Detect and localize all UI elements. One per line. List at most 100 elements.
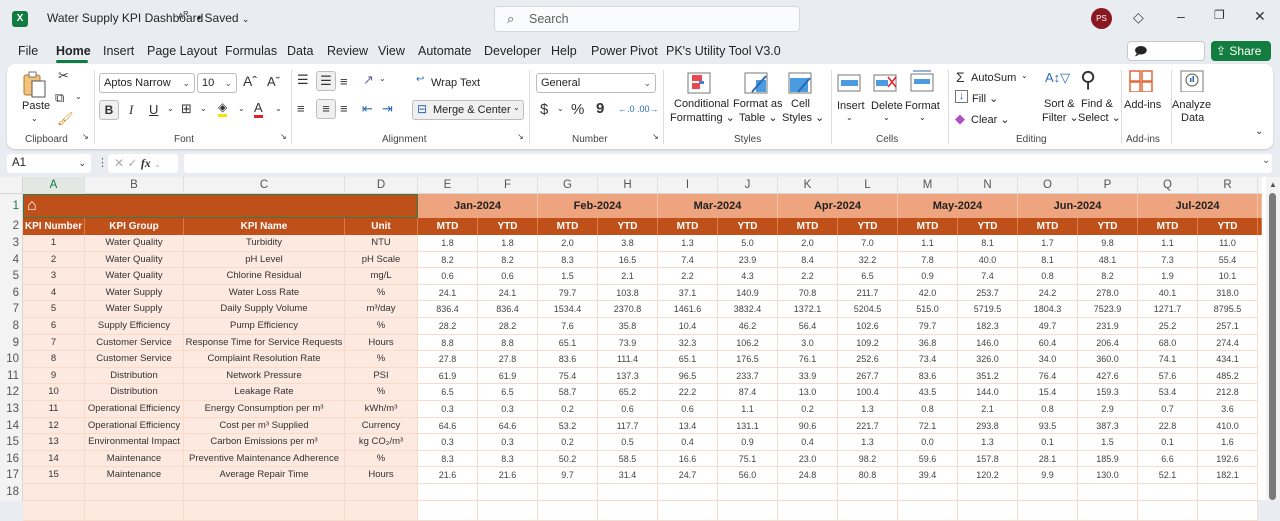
kpi-name-cell[interactable]: Leakage Rate — [184, 384, 345, 401]
value-cell[interactable]: 33.9 — [778, 367, 838, 385]
value-cell[interactable]: 65.1 — [658, 351, 718, 368]
empty-cell[interactable] — [538, 484, 598, 501]
value-cell[interactable]: 5.0 — [718, 235, 778, 252]
value-cell[interactable]: 0.8 — [898, 401, 958, 418]
kpi-num-cell[interactable]: 14 — [23, 450, 85, 468]
kpi-num-cell[interactable]: 10 — [23, 384, 85, 401]
row-header-18[interactable]: 18 — [0, 484, 23, 501]
value-cell[interactable]: 211.7 — [838, 284, 898, 302]
value-cell[interactable]: 56.0 — [718, 467, 778, 484]
chevron-down-icon[interactable]: ⌄ — [238, 104, 245, 113]
value-cell[interactable]: 6.5 — [478, 384, 538, 401]
kpi-group-cell[interactable]: Water Quality — [85, 268, 184, 285]
row-header-4[interactable]: 4 — [0, 251, 23, 269]
kpi-num-cell[interactable]: 15 — [23, 467, 85, 484]
tab-view[interactable]: View — [378, 44, 405, 58]
value-cell[interactable]: 2370.8 — [598, 301, 658, 318]
chevron-down-icon[interactable]: ⌄ — [154, 160, 161, 169]
value-cell[interactable]: 2.1 — [598, 268, 658, 285]
kpi-name-cell[interactable]: Energy Consumption per m³ — [184, 401, 345, 418]
cancel-icon[interactable]: ✕ — [114, 156, 124, 170]
column-header-h[interactable]: H — [598, 177, 658, 194]
value-cell[interactable]: 80.8 — [838, 467, 898, 484]
value-cell[interactable]: 434.1 — [1198, 351, 1258, 368]
dialog-launcher-icon[interactable]: ↘ — [517, 132, 524, 141]
empty-cell[interactable] — [958, 500, 1018, 521]
kpi-num-cell[interactable]: 7 — [23, 334, 85, 352]
value-cell[interactable]: 0.3 — [418, 401, 478, 418]
value-cell[interactable]: 410.0 — [1198, 417, 1258, 435]
empty-cell[interactable] — [345, 500, 418, 521]
column-header-l[interactable]: L — [838, 177, 898, 194]
kpi-unit-cell[interactable]: % — [345, 384, 418, 401]
tab-file[interactable]: File — [18, 44, 38, 58]
value-cell[interactable]: 21.6 — [418, 467, 478, 484]
column-header-o[interactable]: O — [1018, 177, 1078, 194]
row-header-9[interactable]: 9 — [0, 334, 23, 352]
scroll-up-arrow-icon[interactable]: ▲ — [1269, 180, 1277, 189]
tab-developer[interactable]: Developer — [484, 44, 541, 58]
value-cell[interactable]: 144.0 — [958, 384, 1018, 401]
value-cell[interactable]: 2.9 — [1078, 401, 1138, 418]
value-cell[interactable]: 1.1 — [1138, 235, 1198, 252]
increase-font-size-icon[interactable]: Aˆ — [243, 73, 257, 89]
value-cell[interactable]: 102.6 — [838, 318, 898, 335]
value-cell[interactable]: 61.9 — [418, 367, 478, 385]
kpi-name-cell[interactable]: Preventive Maintenance Adherence — [184, 450, 345, 468]
value-cell[interactable]: 75.1 — [718, 450, 778, 468]
value-cell[interactable]: 25.2 — [1138, 318, 1198, 335]
value-cell[interactable]: 146.0 — [958, 334, 1018, 352]
empty-cell[interactable] — [598, 484, 658, 501]
value-cell[interactable]: 43.5 — [898, 384, 958, 401]
value-cell[interactable]: 0.7 — [1138, 401, 1198, 418]
kpi-num-cell[interactable]: 2 — [23, 251, 85, 269]
decrease-font-size-icon[interactable]: Aˇ — [267, 74, 280, 89]
kpi-group-cell[interactable]: Operational Efficiency — [85, 417, 184, 435]
increase-indent-icon[interactable]: ⇥ — [382, 101, 393, 117]
kpi-unit-cell[interactable]: % — [345, 318, 418, 335]
format-painter-icon[interactable]: 🖌 — [57, 111, 74, 127]
insert-function-icon[interactable]: fx — [141, 156, 151, 170]
value-cell[interactable]: 83.6 — [538, 351, 598, 368]
column-header-j[interactable]: J — [718, 177, 778, 194]
kpi-group-cell[interactable]: Water Supply — [85, 301, 184, 318]
value-cell[interactable]: 1.3 — [838, 401, 898, 418]
value-cell[interactable]: 8.1 — [958, 235, 1018, 252]
value-cell[interactable]: 98.2 — [838, 450, 898, 468]
value-cell[interactable]: 0.1 — [1138, 434, 1198, 451]
value-cell[interactable]: 231.9 — [1078, 318, 1138, 335]
chevron-down-icon[interactable]: ⌄ — [75, 92, 82, 101]
value-cell[interactable]: 73.9 — [598, 334, 658, 352]
empty-cell[interactable] — [1138, 500, 1198, 521]
value-cell[interactable]: 74.1 — [1138, 351, 1198, 368]
search-box[interactable]: ⌕ Search — [494, 6, 800, 32]
row-header-10[interactable]: 10 — [0, 351, 23, 368]
row-header-15[interactable]: 15 — [0, 434, 23, 451]
value-cell[interactable]: 117.7 — [598, 417, 658, 435]
kpi-num-cell[interactable]: 13 — [23, 434, 85, 451]
value-cell[interactable]: 1.1 — [898, 235, 958, 252]
value-cell[interactable]: 6.6 — [1138, 450, 1198, 468]
kpi-num-cell[interactable]: 9 — [23, 367, 85, 385]
value-cell[interactable]: 68.0 — [1138, 334, 1198, 352]
kpi-unit-cell[interactable]: PSI — [345, 367, 418, 385]
value-cell[interactable]: 109.2 — [838, 334, 898, 352]
value-cell[interactable]: 16.6 — [658, 450, 718, 468]
tab-home[interactable]: Home — [56, 44, 91, 58]
value-cell[interactable]: 0.3 — [478, 401, 538, 418]
kpi-unit-cell[interactable]: kWh/m³ — [345, 401, 418, 418]
row-header-16[interactable]: 16 — [0, 450, 23, 468]
column-header-k[interactable]: K — [778, 177, 838, 194]
value-cell[interactable]: 57.6 — [1138, 367, 1198, 385]
kpi-unit-cell[interactable]: Currency — [345, 417, 418, 435]
enter-icon[interactable]: ✓ — [127, 156, 137, 170]
value-cell[interactable]: 65.1 — [538, 334, 598, 352]
borders-icon[interactable]: ⊞ — [181, 101, 192, 117]
value-cell[interactable]: 2.0 — [778, 235, 838, 252]
value-cell[interactable]: 103.8 — [598, 284, 658, 302]
kpi-unit-cell[interactable]: % — [345, 284, 418, 302]
empty-cell[interactable] — [1018, 500, 1078, 521]
column-header-n[interactable]: N — [958, 177, 1018, 194]
kpi-name-cell[interactable]: Daily Supply Volume — [184, 301, 345, 318]
kpi-group-cell[interactable]: Water Supply — [85, 284, 184, 302]
